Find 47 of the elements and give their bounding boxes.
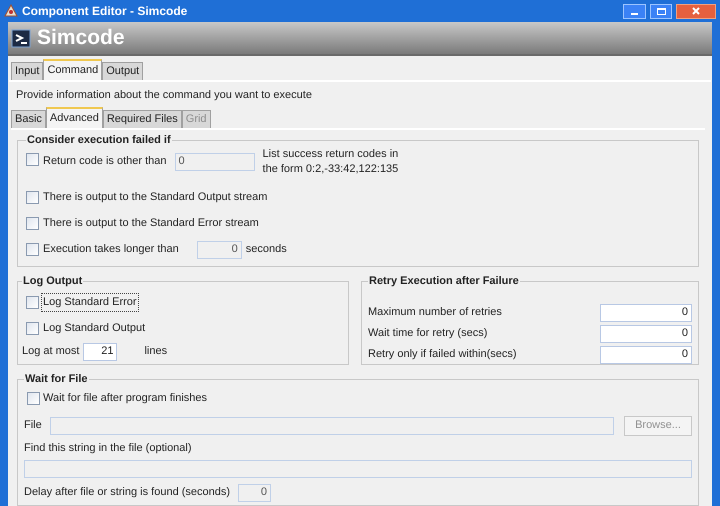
- close-button[interactable]: [676, 4, 716, 18]
- tab[interactable]: Required Files: [102, 110, 182, 128]
- close-icon: [692, 7, 700, 15]
- terminal-icon: [11, 27, 33, 49]
- tab[interactable]: Input: [11, 62, 44, 80]
- group-title: Consider execution failed if: [26, 133, 172, 148]
- field-label: Delay after file or string is found (seconds): [24, 485, 230, 500]
- checkbox[interactable]: [26, 322, 39, 335]
- input-field[interactable]: 0: [600, 346, 692, 364]
- checkbox-label: Log Standard Output: [42, 321, 146, 336]
- field-label: Find this string in the file (optional): [24, 441, 193, 456]
- window-title: Component Editor - Simcode: [22, 3, 188, 20]
- unit-label: lines: [144, 344, 168, 360]
- checkbox-label: Return code is other than: [43, 154, 167, 168]
- field-label: File: [24, 418, 42, 434]
- minimize-button[interactable]: [623, 4, 646, 18]
- group-title: Log Output: [22, 274, 84, 289]
- tab[interactable]: Command: [43, 59, 102, 80]
- field-label: Log at most: [22, 344, 80, 360]
- checkbox-label: Wait for file after program finishes: [43, 391, 208, 406]
- unit-label: seconds: [246, 242, 287, 258]
- checkbox[interactable]: [26, 296, 39, 309]
- tab[interactable]: Basic: [11, 110, 46, 128]
- minimize-icon: [631, 12, 638, 14]
- input-field[interactable]: 0: [600, 304, 692, 322]
- description-text: Provide information about the command you want to execute: [15, 88, 313, 102]
- checkbox-label: Execution takes longer than: [43, 242, 179, 258]
- field-label: Maximum number of retries: [368, 305, 502, 320]
- group-title: Wait for File: [24, 372, 89, 387]
- tab[interactable]: Output: [102, 62, 144, 80]
- maximize-button[interactable]: [650, 4, 672, 18]
- checkbox[interactable]: [27, 392, 40, 405]
- app-icon: [4, 4, 18, 18]
- field-label: Wait time for retry (secs): [368, 326, 488, 342]
- app-title: Simcode: [37, 25, 125, 52]
- checkbox-label: There is output to the Standard Output stream: [43, 190, 268, 206]
- input-field[interactable]: 0: [600, 324, 692, 342]
- tab[interactable]: Advanced: [46, 107, 103, 128]
- field-label: Retry only if failed within(secs): [368, 347, 517, 362]
- maximize-icon: [656, 8, 666, 14]
- group-title: Retry Execution after Failure: [368, 274, 520, 289]
- checkbox-label: There is output to the Standard Error stream: [43, 216, 259, 232]
- hint-text: List success return codes in the form 0:2,-33:42,122:135: [262, 146, 398, 176]
- checkbox[interactable]: [26, 217, 39, 230]
- checkbox[interactable]: [26, 191, 39, 204]
- checkbox-label: Log Standard Error: [41, 293, 139, 312]
- input-field[interactable]: 21: [83, 342, 118, 360]
